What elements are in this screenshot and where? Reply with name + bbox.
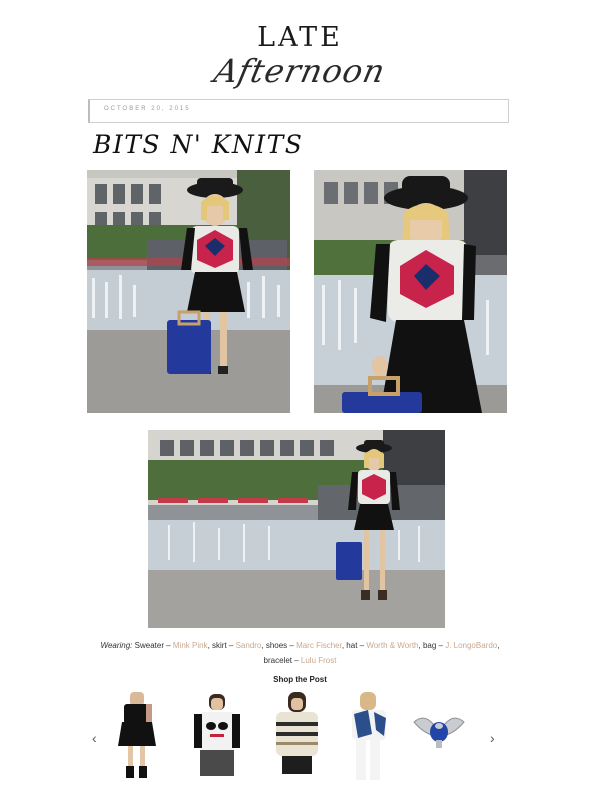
- logo-afternoon-script: Afternoon: [210, 52, 390, 90]
- outfit-photo-2[interactable]: [314, 170, 507, 413]
- credit-text: Sweater –: [132, 641, 173, 650]
- credit-text: , bag –: [418, 641, 446, 650]
- product-black-skirt-outfit[interactable]: [104, 690, 170, 785]
- credit-brand-link[interactable]: Sandro: [236, 641, 262, 650]
- post-title[interactable]: BITS N' KNITS: [93, 130, 303, 159]
- outfit-photo-3[interactable]: [148, 430, 445, 628]
- product-graphic-sunglasses-sweater[interactable]: [184, 690, 250, 785]
- wearing-label: Wearing:: [100, 641, 133, 650]
- product-winged-scarab-bracelet[interactable]: [406, 690, 472, 785]
- credits-line-2: bracelet – Lulu Frost: [90, 653, 510, 668]
- credits-line-1: Wearing: Sweater – Mink Pink, skirt – Sa…: [90, 638, 510, 653]
- post-date-bar: OCTOBER 20, 2015: [88, 99, 509, 123]
- blog-logo[interactable]: LATE Afternoon: [0, 18, 600, 98]
- outfit-credits: Wearing: Sweater – Mink Pink, skirt – Sa…: [90, 638, 510, 668]
- product-striped-top-jeans[interactable]: [338, 690, 404, 785]
- logo-late-text: LATE: [257, 22, 343, 53]
- product-striped-knit-sweater[interactable]: [264, 690, 330, 785]
- outfit-photo-1-image: [87, 170, 290, 413]
- striped-top-jeans-icon: [352, 692, 386, 780]
- striped-knit-sweater-icon: [276, 692, 318, 774]
- post-date: OCTOBER 20, 2015: [104, 106, 191, 112]
- credit-text: , skirt –: [207, 641, 236, 650]
- outfit-photo-2-image: [314, 170, 507, 413]
- credit-text: , shoes –: [261, 641, 297, 650]
- winged-scarab-bracelet-icon: [413, 717, 465, 748]
- credit-brand-link[interactable]: J. LongoBardo: [445, 641, 497, 650]
- credit-brand-link[interactable]: Marc Fischer: [296, 641, 342, 650]
- graphic-sunglasses-sweater-icon: [194, 694, 240, 776]
- carousel-prev-icon[interactable]: ‹: [92, 730, 97, 746]
- carousel-next-icon[interactable]: ›: [490, 730, 495, 746]
- outfit-photo-1[interactable]: [87, 170, 290, 413]
- credit-brand-link[interactable]: Worth & Worth: [366, 641, 418, 650]
- outfit-photo-3-image: [148, 430, 445, 628]
- credit-text: bracelet –: [263, 656, 301, 665]
- shop-the-post-title: Shop the Post: [273, 675, 327, 684]
- credit-brand-link[interactable]: Mink Pink: [173, 641, 208, 650]
- black-skirt-outfit-icon: [118, 692, 156, 778]
- credit-text: ,: [497, 641, 500, 650]
- credit-brand-link[interactable]: Lulu Frost: [301, 656, 337, 665]
- credit-text: , hat –: [341, 641, 367, 650]
